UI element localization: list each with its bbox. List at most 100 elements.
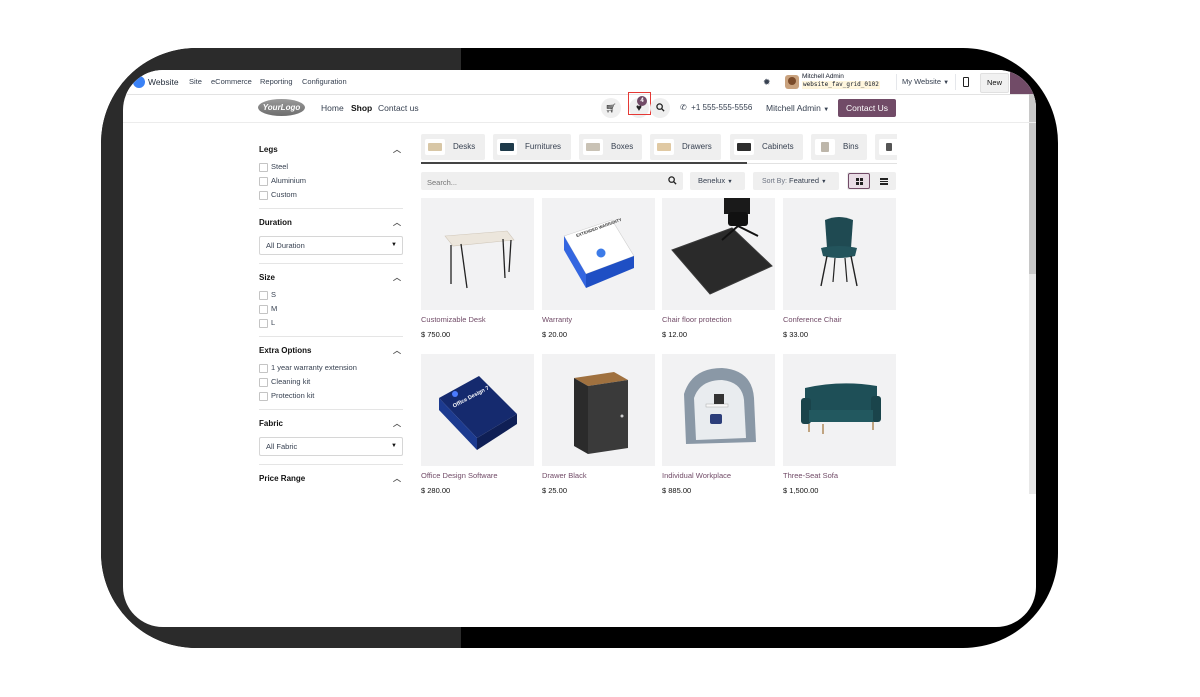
product-card[interactable]: Office Design 7 Office Design Software $… bbox=[421, 354, 534, 497]
mobile-preview-icon[interactable] bbox=[963, 70, 969, 94]
product-card[interactable]: Three-Seat Sofa $ 1,500.00 bbox=[783, 354, 896, 497]
cabinet-thumbnail bbox=[734, 139, 754, 155]
product-name[interactable]: Drawer Black bbox=[542, 470, 655, 482]
checkbox[interactable] bbox=[259, 191, 268, 200]
filter-option[interactable]: L bbox=[259, 316, 403, 330]
category-more[interactable] bbox=[875, 134, 897, 160]
chevron-up-icon[interactable]: ︿ bbox=[393, 268, 401, 288]
fabric-select[interactable]: All Fabric ▼ bbox=[259, 437, 403, 456]
category-desks[interactable]: Desks bbox=[421, 134, 485, 160]
user-menu[interactable]: Mitchell Admin ▼ bbox=[766, 94, 829, 122]
box-thumbnail bbox=[583, 139, 603, 155]
checkbox[interactable] bbox=[259, 163, 268, 172]
filter-option[interactable]: M bbox=[259, 302, 403, 316]
filter-title[interactable]: Fabric ︿ bbox=[259, 414, 403, 434]
product-search[interactable] bbox=[421, 172, 683, 192]
product-name[interactable]: Three-Seat Sofa bbox=[783, 470, 896, 482]
search-button[interactable] bbox=[650, 98, 670, 118]
product-name[interactable]: Customizable Desk bbox=[421, 314, 534, 326]
menu-site[interactable]: Site bbox=[189, 70, 202, 94]
product-image[interactable] bbox=[662, 198, 775, 310]
filter-title[interactable]: Legs ︿ bbox=[259, 140, 403, 160]
checkbox[interactable] bbox=[259, 378, 268, 387]
checkbox[interactable] bbox=[259, 291, 268, 300]
product-card[interactable]: Individual Workplace $ 885.00 bbox=[662, 354, 775, 497]
checkbox[interactable] bbox=[259, 305, 268, 314]
filter-option[interactable]: S bbox=[259, 288, 403, 302]
category-cabinets[interactable]: Cabinets bbox=[730, 134, 803, 160]
duration-select[interactable]: All Duration ▼ bbox=[259, 236, 403, 255]
checkbox[interactable] bbox=[259, 177, 268, 186]
product-name[interactable]: Conference Chair bbox=[783, 314, 896, 326]
nav-contact[interactable]: Contact us bbox=[378, 94, 419, 122]
menu-configuration[interactable]: Configuration bbox=[302, 70, 347, 94]
product-name[interactable]: Office Design Software bbox=[421, 470, 534, 482]
menu-reporting[interactable]: Reporting bbox=[260, 70, 293, 94]
website-app-icon[interactable] bbox=[133, 76, 145, 88]
search-icon[interactable] bbox=[668, 172, 677, 191]
filter-option[interactable]: Cleaning kit bbox=[259, 375, 403, 389]
product-card[interactable]: Drawer Black $ 25.00 bbox=[542, 354, 655, 497]
product-image[interactable]: Office Design 7 bbox=[421, 354, 534, 466]
product-image[interactable] bbox=[783, 354, 896, 466]
edit-button[interactable] bbox=[1010, 70, 1036, 94]
product-image[interactable]: EXTENDED WARRANTY bbox=[542, 198, 655, 310]
chevron-up-icon[interactable]: ︿ bbox=[393, 213, 401, 233]
filter-extra-options: Extra Options ︿ 1 year warranty extension… bbox=[259, 341, 403, 410]
filter-title[interactable]: Price Range ︿ bbox=[259, 469, 403, 489]
checkbox[interactable] bbox=[259, 392, 268, 401]
chevron-up-icon[interactable]: ︿ bbox=[393, 140, 401, 160]
filter-option[interactable]: 1 year warranty extension bbox=[259, 361, 403, 375]
product-image[interactable] bbox=[662, 354, 775, 466]
filter-option[interactable]: Custom bbox=[259, 188, 403, 202]
chevron-up-icon[interactable]: ︿ bbox=[393, 469, 401, 489]
product-name[interactable]: Warranty bbox=[542, 314, 655, 326]
phone-link[interactable]: ✆ +1 555-555-5556 bbox=[680, 94, 752, 122]
filter-option[interactable]: Protection kit bbox=[259, 389, 403, 403]
sort-dropdown[interactable]: Sort By: Featured ▼ bbox=[753, 172, 839, 190]
product-card[interactable]: Chair floor protection $ 12.00 bbox=[662, 198, 775, 341]
filter-title[interactable]: Extra Options ︿ bbox=[259, 341, 403, 361]
chevron-up-icon[interactable]: ︿ bbox=[393, 414, 401, 434]
chevron-up-icon[interactable]: ︿ bbox=[393, 341, 401, 361]
avatar[interactable] bbox=[785, 75, 799, 89]
checkbox[interactable] bbox=[259, 364, 268, 373]
new-button[interactable]: New bbox=[980, 73, 1009, 93]
pricelist-dropdown[interactable]: Benelux ▼ bbox=[690, 172, 745, 190]
site-header: YourLogo Home Shop Contact us bbox=[123, 94, 1036, 123]
bug-icon[interactable]: ✹ bbox=[763, 70, 771, 94]
product-card[interactable]: Customizable Desk $ 750.00 bbox=[421, 198, 534, 341]
carousel-scrollbar[interactable] bbox=[421, 162, 747, 164]
admin-user-name[interactable]: Mitchell Admin bbox=[802, 73, 844, 81]
product-price: $ 20.00 bbox=[542, 330, 568, 339]
phone-number: +1 555-555-5556 bbox=[691, 103, 753, 112]
product-card[interactable]: Conference Chair $ 33.00 bbox=[783, 198, 896, 341]
search-input[interactable] bbox=[421, 172, 659, 192]
cart-button[interactable]: 🛒︎ bbox=[601, 98, 621, 118]
filter-option[interactable]: Steel bbox=[259, 160, 403, 174]
category-furnitures[interactable]: Furnitures bbox=[493, 134, 571, 160]
product-image[interactable] bbox=[421, 198, 534, 310]
filter-title[interactable]: Size ︿ bbox=[259, 268, 403, 288]
site-logo[interactable]: YourLogo bbox=[258, 99, 305, 116]
nav-shop[interactable]: Shop bbox=[351, 94, 372, 122]
app-name[interactable]: Website bbox=[148, 70, 179, 94]
contact-us-button[interactable]: Contact Us bbox=[838, 99, 896, 117]
filter-option[interactable]: Aluminium bbox=[259, 174, 403, 188]
category-drawers[interactable]: Drawers bbox=[650, 134, 721, 160]
product-image[interactable] bbox=[783, 198, 896, 310]
product-image[interactable] bbox=[542, 354, 655, 466]
caret-down-icon: ▼ bbox=[823, 107, 830, 113]
category-bins[interactable]: Bins bbox=[811, 134, 867, 160]
menu-ecommerce[interactable]: eCommerce bbox=[211, 70, 252, 94]
product-name[interactable]: Chair floor protection bbox=[662, 314, 775, 326]
checkbox[interactable] bbox=[259, 319, 268, 328]
list-view-icon[interactable] bbox=[873, 173, 895, 189]
product-name[interactable]: Individual Workplace bbox=[662, 470, 775, 482]
category-boxes[interactable]: Boxes bbox=[579, 134, 642, 160]
grid-view-icon[interactable] bbox=[848, 173, 870, 189]
product-card[interactable]: EXTENDED WARRANTY Warranty $ 20.00 bbox=[542, 198, 655, 341]
website-switcher[interactable]: My Website ▼ bbox=[902, 70, 949, 94]
filter-title[interactable]: Duration ︿ bbox=[259, 213, 403, 233]
nav-home[interactable]: Home bbox=[321, 94, 344, 122]
